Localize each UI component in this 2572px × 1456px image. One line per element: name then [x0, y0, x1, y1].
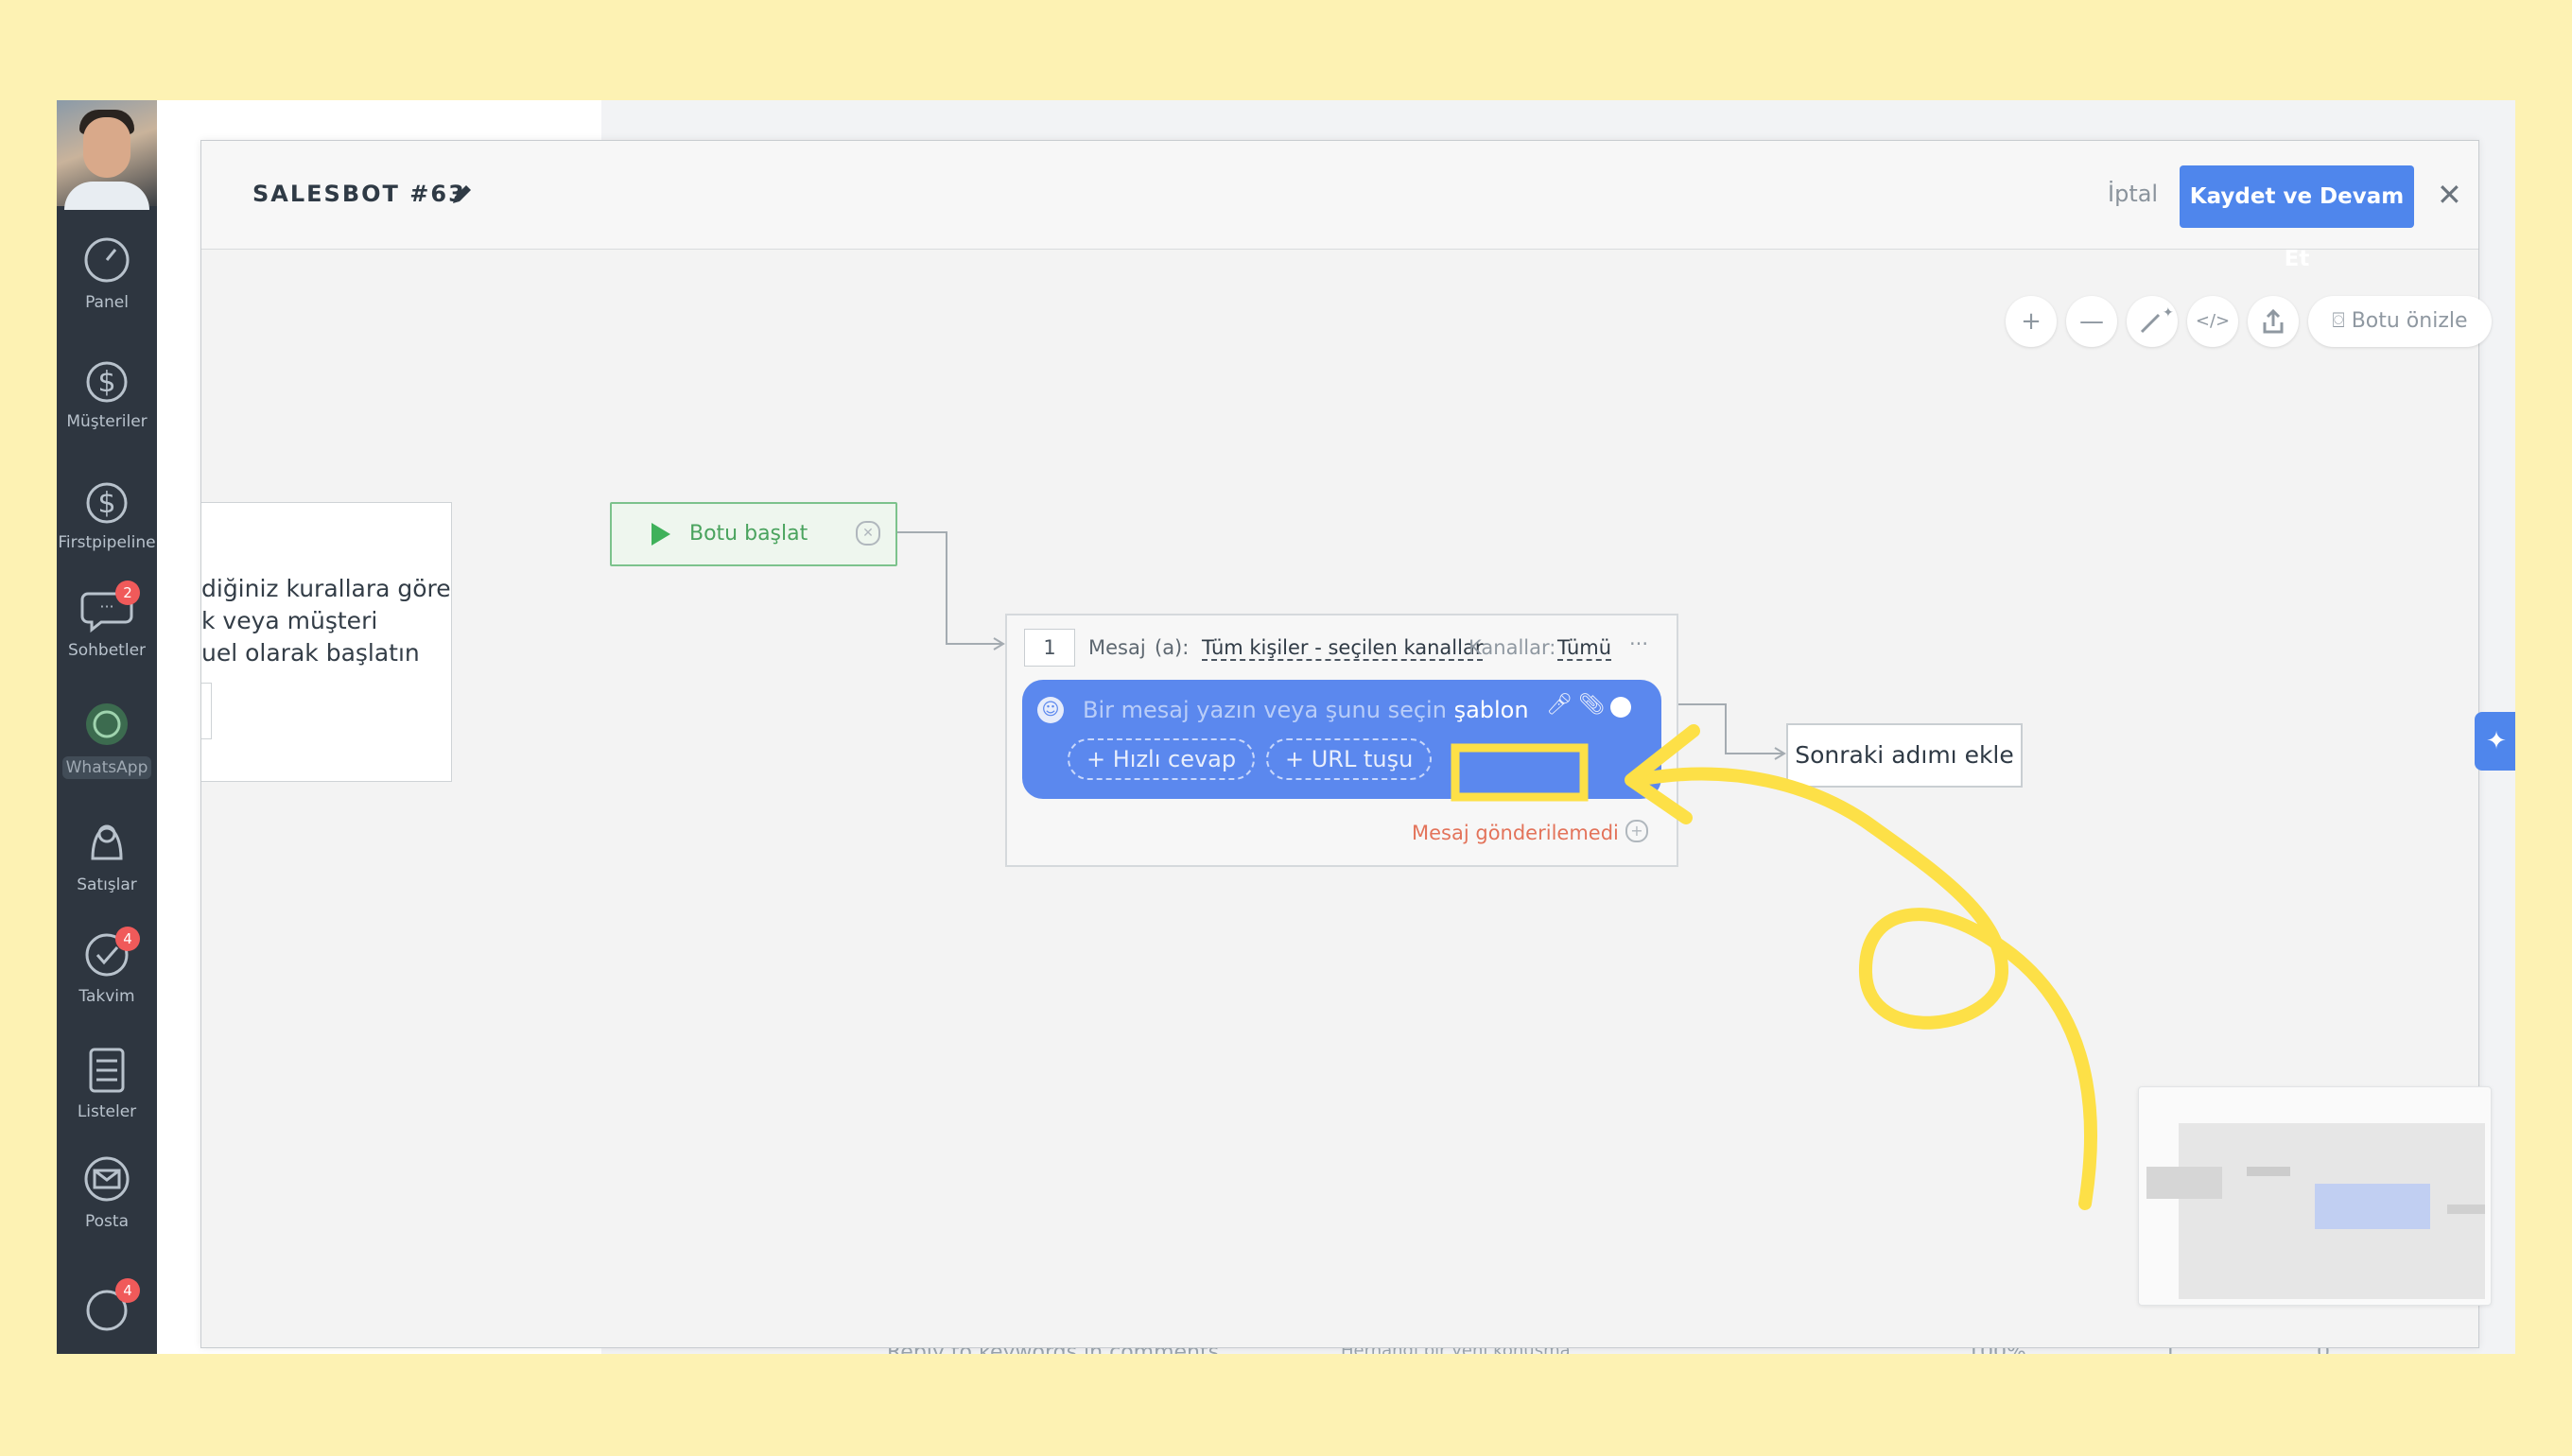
notification-badge: 4	[115, 927, 140, 951]
sales-icon	[79, 815, 134, 870]
sidebar-item-panel[interactable]: Panel	[57, 233, 157, 312]
whatsapp-icon	[79, 696, 134, 751]
notification-badge: 2	[115, 581, 140, 605]
sidebar-item-customers[interactable]: $ Müşteriler	[57, 352, 157, 431]
sidebar-item-support[interactable]: 4	[57, 1278, 157, 1339]
highlight-box	[1451, 743, 1589, 802]
speedometer-icon	[79, 233, 134, 287]
app-window: Reply to keywords in comments Herhangi b…	[57, 100, 2515, 1354]
sidebar-item-mail[interactable]: Posta	[57, 1152, 157, 1231]
notification-badge: 4	[115, 1278, 140, 1303]
sidebar-item-label: Panel	[85, 293, 129, 312]
annotation-overlay	[1451, 724, 2098, 1210]
envelope-icon	[79, 1152, 134, 1206]
salesbot-editor-modal: SALESBOT #63 İptal Kaydet ve Devam Et ✕ …	[200, 140, 2515, 1348]
sidebar: Panel $ Müşteriler $ Firstpipeline ··· 2…	[57, 100, 157, 1354]
ai-sparkle-icon[interactable]: ✦	[2475, 712, 2515, 771]
sidebar-item-label: Listeler	[77, 1102, 137, 1121]
annotation-arrow	[1642, 767, 2098, 1210]
sidebar-item-label: Satışlar	[77, 875, 137, 894]
dollar-icon: $	[79, 473, 134, 528]
sidebar-item-label: WhatsApp	[61, 756, 152, 779]
list-icon	[79, 1042, 134, 1097]
avatar[interactable]	[57, 100, 157, 210]
svg-text:···: ···	[99, 598, 113, 615]
sidebar-item-sales[interactable]: Satışlar	[57, 815, 157, 894]
sidebar-item-label: Sohbetler	[67, 641, 147, 660]
dollar-icon: $	[79, 352, 134, 407]
svg-text:$: $	[97, 487, 115, 520]
sidebar-item-label: Takvim	[78, 987, 135, 1006]
sidebar-item-label: Müşteriler	[66, 412, 148, 431]
sidebar-item-lists[interactable]: Listeler	[57, 1042, 157, 1121]
sidebar-item-calendar[interactable]: 4 Takvim	[57, 927, 157, 1006]
sidebar-item-label: Firstpipeline	[58, 533, 156, 552]
sidebar-item-chats[interactable]: ··· 2 Sohbetler	[57, 581, 157, 660]
sidebar-item-whatsapp[interactable]: WhatsApp	[57, 696, 157, 779]
sidebar-item-label: Posta	[85, 1212, 129, 1231]
svg-text:$: $	[97, 366, 115, 399]
sidebar-item-firstpipeline[interactable]: $ Firstpipeline	[57, 473, 157, 552]
